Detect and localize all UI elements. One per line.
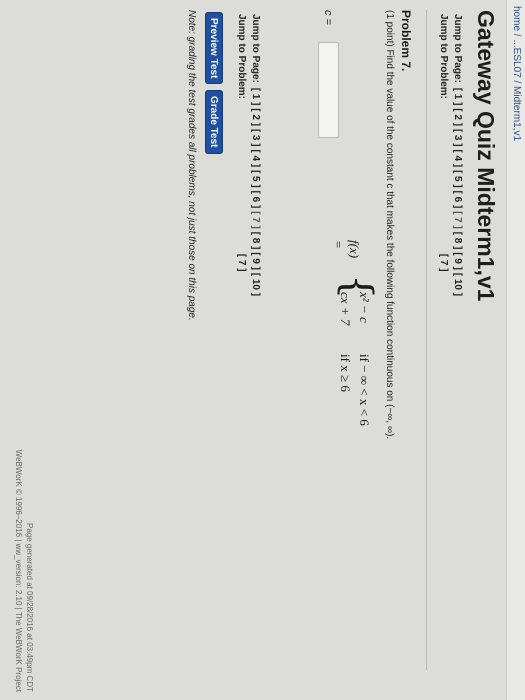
bottom-page-link-5[interactable]: [ 5 ] — [250, 170, 261, 188]
bottom-page-link-9[interactable]: [ 9 ] — [250, 252, 261, 270]
case-1-expression: x² − c — [357, 292, 372, 323]
bottom-page-link-10[interactable]: [ 10 ] — [250, 273, 261, 296]
top-page-link-9[interactable]: [ 9 ] — [452, 252, 463, 270]
bottom-page-link-8[interactable]: [ 8 ] — [250, 232, 261, 250]
top-jump-to-page-label: Jump to Page: — [452, 14, 463, 83]
top-page-link-2[interactable]: [ 2 ] — [452, 108, 463, 126]
top-page-link-4[interactable]: [ 4 ] — [452, 149, 463, 167]
bottom-page-link-2[interactable]: [ 2 ] — [250, 108, 261, 126]
case-2-condition: if x ≥ 6 — [338, 354, 353, 392]
breadcrumb-link[interactable]: home / ...ESL07 / Midterm1,v1 — [511, 6, 522, 141]
problem-title: Problem 7. — [399, 10, 413, 72]
rotated-page: home / ...ESL07 / Midterm1,v1 Gateway Qu… — [0, 0, 525, 700]
generated-timestamp: Page generated at 09/28/2016 at 03:49pm … — [25, 522, 34, 692]
function-lhs: f(x) = — [331, 240, 362, 259]
grade-test-button[interactable]: Grade Test — [205, 90, 223, 154]
top-page-link-6[interactable]: [ 6 ] — [452, 191, 463, 209]
bottom-page-link-7: [ 7 ] — [250, 211, 261, 229]
answer-label: c = — [322, 10, 334, 25]
case-1: x² − c if − ∞ < x < 6 — [356, 292, 372, 426]
bottom-page-link-1[interactable]: [ 1 ] — [250, 88, 261, 106]
top-page-link-8[interactable]: [ 8 ] — [452, 232, 463, 250]
divider — [426, 10, 427, 670]
top-page-link-7: [ 7 ] — [452, 211, 463, 229]
top-page-link-10[interactable]: [ 10 ] — [452, 273, 463, 296]
page-footer: Page generated at 09/28/2016 at 03:49pm … — [13, 450, 35, 692]
bottom-problem-link-7[interactable]: [ 7 ] — [236, 254, 247, 272]
bottom-page-link-4[interactable]: [ 4 ] — [250, 149, 261, 167]
top-jump-to-problem-label: Jump to Problem: — [438, 14, 449, 100]
top-problem-link-7[interactable]: [ 7 ] — [438, 254, 449, 272]
version-info: WeBWorK © 1996–2016 | ww_version: 2.10 |… — [14, 449, 23, 692]
case-1-condition: if − ∞ < x < 6 — [357, 354, 372, 426]
problem-statement-text: Find the value of the constant c that ma… — [384, 49, 395, 440]
bottom-jump-to-page-label: Jump to Page: — [250, 14, 261, 83]
preview-test-button[interactable]: Preview Test — [205, 12, 223, 85]
problem-statement: (1 point) Find the value of the constant… — [384, 10, 395, 650]
breadcrumb[interactable]: home / ...ESL07 / Midterm1,v1 — [506, 0, 525, 700]
page-title: Gateway Quiz Midterm1,v1 — [473, 10, 499, 302]
bottom-jump-to-problem-label: Jump to Problem: — [236, 14, 247, 100]
bottom-jump-to-problem: Jump to Problem: [ 7 ] — [236, 14, 247, 272]
answer-input[interactable] — [318, 42, 339, 138]
top-page-link-1[interactable]: [ 1 ] — [452, 88, 463, 106]
grading-note: Note: grading the test grades all proble… — [186, 10, 197, 321]
bottom-page-link-6[interactable]: [ 6 ] — [250, 191, 261, 209]
top-jump-to-page: Jump to Page: [ 1 ] [ 2 ] [ 3 ] [ 4 ] [ … — [452, 14, 463, 296]
top-page-link-5[interactable]: [ 5 ] — [452, 170, 463, 188]
top-jump-to-problem: Jump to Problem: [ 7 ] — [438, 14, 449, 272]
problem-points: (1 point) — [384, 10, 395, 47]
case-2: cx + 7 if x ≥ 6 — [337, 292, 353, 392]
case-2-expression: cx + 7 — [338, 292, 353, 326]
bottom-page-link-3[interactable]: [ 3 ] — [250, 129, 261, 147]
top-page-link-3[interactable]: [ 3 ] — [452, 129, 463, 147]
bottom-jump-to-page: Jump to Page: [ 1 ] [ 2 ] [ 3 ] [ 4 ] [ … — [250, 14, 261, 296]
